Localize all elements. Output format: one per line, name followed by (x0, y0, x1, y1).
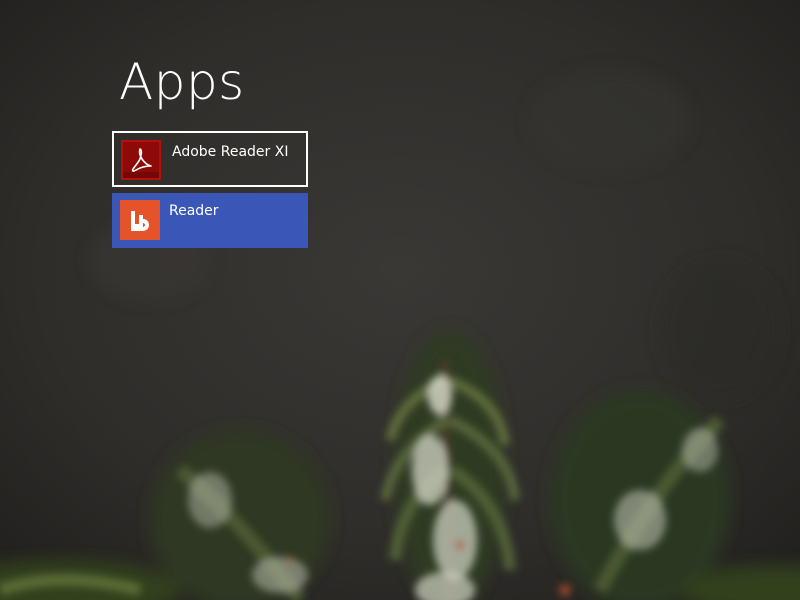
app-tile-reader[interactable]: Reader (112, 193, 308, 248)
app-tile-adobe-reader-xi[interactable]: Adobe Reader XI (112, 131, 308, 187)
app-tile-label: Adobe Reader XI (172, 144, 289, 160)
windows-reader-icon (120, 200, 160, 240)
page-title: Apps (119, 53, 245, 111)
app-tile-label: Reader (169, 203, 219, 219)
acrobat-icon (121, 140, 161, 180)
